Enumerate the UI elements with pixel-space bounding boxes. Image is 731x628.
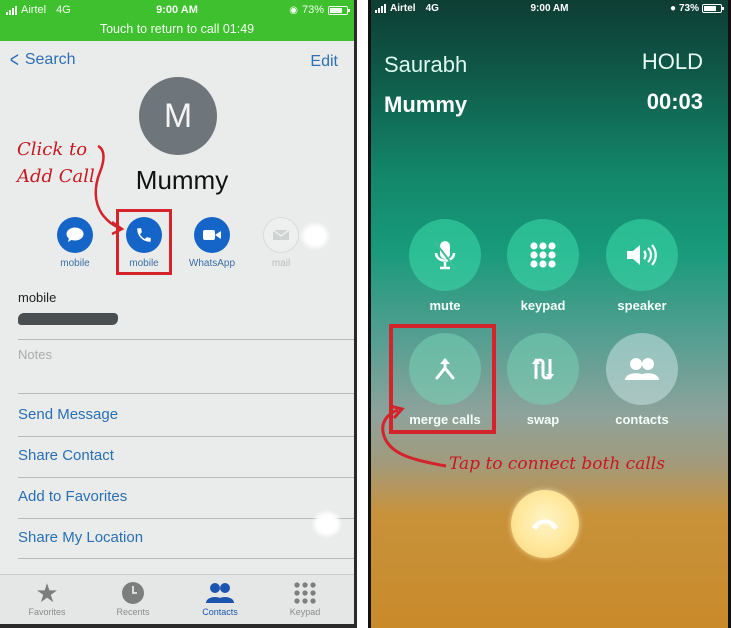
light-glare	[302, 224, 328, 248]
tab-recents[interactable]: Recents	[93, 579, 173, 617]
held-call-status: HOLD	[641, 49, 703, 74]
battery-percent: 73%	[678, 3, 699, 14]
tab-keypad[interactable]: Keypad	[265, 579, 345, 617]
divider	[18, 518, 354, 519]
back-label: Search	[24, 51, 76, 68]
mail-action-button: mail	[249, 217, 313, 269]
avatar: M	[139, 77, 217, 155]
divider	[18, 558, 354, 559]
control-label: contacts	[615, 412, 669, 427]
whatsapp-action-button[interactable]: WhatsApp	[180, 217, 244, 269]
tab-label: Contacts	[202, 607, 238, 617]
held-caller-name[interactable]: Saurabh	[384, 52, 467, 78]
contacts-icon	[606, 333, 678, 405]
end-call-button[interactable]	[511, 490, 579, 558]
action-label: WhatsApp	[188, 258, 236, 269]
tab-favorites[interactable]: ★ Favorites	[7, 577, 87, 618]
end-call-icon	[532, 519, 558, 530]
send-message-link[interactable]: Send Message	[18, 406, 118, 423]
highlight-box-call-button	[116, 209, 172, 275]
tab-label: Recents	[116, 607, 150, 617]
tab-contacts[interactable]: Contacts	[180, 579, 260, 617]
add-to-favorites-link[interactable]: Add to Favorites	[18, 488, 127, 505]
action-label: mobile	[60, 258, 90, 269]
divider	[18, 393, 354, 394]
share-contact-link[interactable]: Share Contact	[18, 447, 114, 464]
swap-button[interactable]: swap	[503, 333, 583, 427]
star-icon: ★	[35, 577, 59, 608]
mute-button[interactable]: mute	[405, 219, 485, 313]
annotation-arrow-icon	[381, 404, 447, 468]
contacts-button[interactable]: contacts	[602, 333, 682, 427]
message-icon	[57, 217, 93, 253]
mail-icon	[263, 217, 299, 253]
tab-bar: ★ Favorites Recents Contacts Keypad	[0, 574, 354, 624]
divider	[18, 477, 354, 478]
annotation-tap-to-connect: Tap to connect both calls	[449, 454, 665, 474]
clock-icon	[93, 579, 173, 607]
rotation-lock-icon: ◉	[289, 4, 298, 16]
control-label: speaker	[617, 298, 667, 313]
annotation-click-to-add-call: Click to Add Call	[17, 136, 95, 190]
contact-screen: Airtel 4G 9:00 AM ◉ 73% Touch to return …	[0, 0, 357, 628]
divider	[18, 436, 354, 437]
keypad-icon	[507, 219, 579, 291]
quick-actions: mobile mobile WhatsApp mail	[0, 217, 354, 273]
return-to-call-banner[interactable]: Airtel 4G 9:00 AM ◉ 73% Touch to return …	[0, 0, 354, 41]
status-bar: Airtel 4G 9:00 AM ● 73%	[371, 3, 728, 17]
control-label: swap	[526, 412, 560, 427]
edit-button[interactable]: Edit	[310, 53, 338, 71]
return-to-call-text[interactable]: Touch to return to call 01:49	[0, 22, 354, 36]
keypad-button[interactable]: keypad	[503, 219, 583, 313]
contacts-icon	[180, 579, 260, 607]
tab-label: Keypad	[289, 607, 321, 617]
phone-field-label: mobile	[18, 290, 57, 305]
battery-percent: 73%	[301, 4, 324, 16]
chevron-left-icon: <	[9, 47, 19, 72]
back-button[interactable]: < Search	[8, 47, 76, 72]
active-call-timer: 00:03	[646, 89, 703, 114]
rotation-lock-icon: ●	[669, 3, 676, 14]
swap-icon	[507, 333, 579, 405]
notes-field[interactable]: Notes	[18, 347, 354, 362]
annotation-line: Add Call	[17, 166, 95, 187]
redacted-phone-number[interactable]	[18, 313, 118, 325]
message-action-button[interactable]: mobile	[43, 217, 107, 269]
action-label: mail	[271, 258, 291, 269]
video-icon	[194, 217, 230, 253]
battery-icon	[702, 4, 724, 13]
annotation-line: Click to	[17, 139, 88, 160]
speaker-button[interactable]: speaker	[602, 219, 682, 313]
mute-icon	[409, 219, 481, 291]
battery-icon	[328, 5, 350, 15]
share-location-link[interactable]: Share My Location	[18, 529, 143, 546]
active-caller-name[interactable]: Mummy	[384, 92, 467, 118]
control-label: mute	[429, 298, 461, 313]
light-glare	[314, 512, 340, 536]
keypad-icon	[265, 579, 345, 607]
tab-label: Favorites	[28, 607, 66, 617]
divider	[18, 339, 354, 340]
status-bar: Airtel 4G 9:00 AM ◉ 73%	[0, 4, 354, 18]
frame-edge	[0, 624, 354, 628]
control-label: keypad	[520, 298, 566, 313]
speaker-icon	[606, 219, 678, 291]
